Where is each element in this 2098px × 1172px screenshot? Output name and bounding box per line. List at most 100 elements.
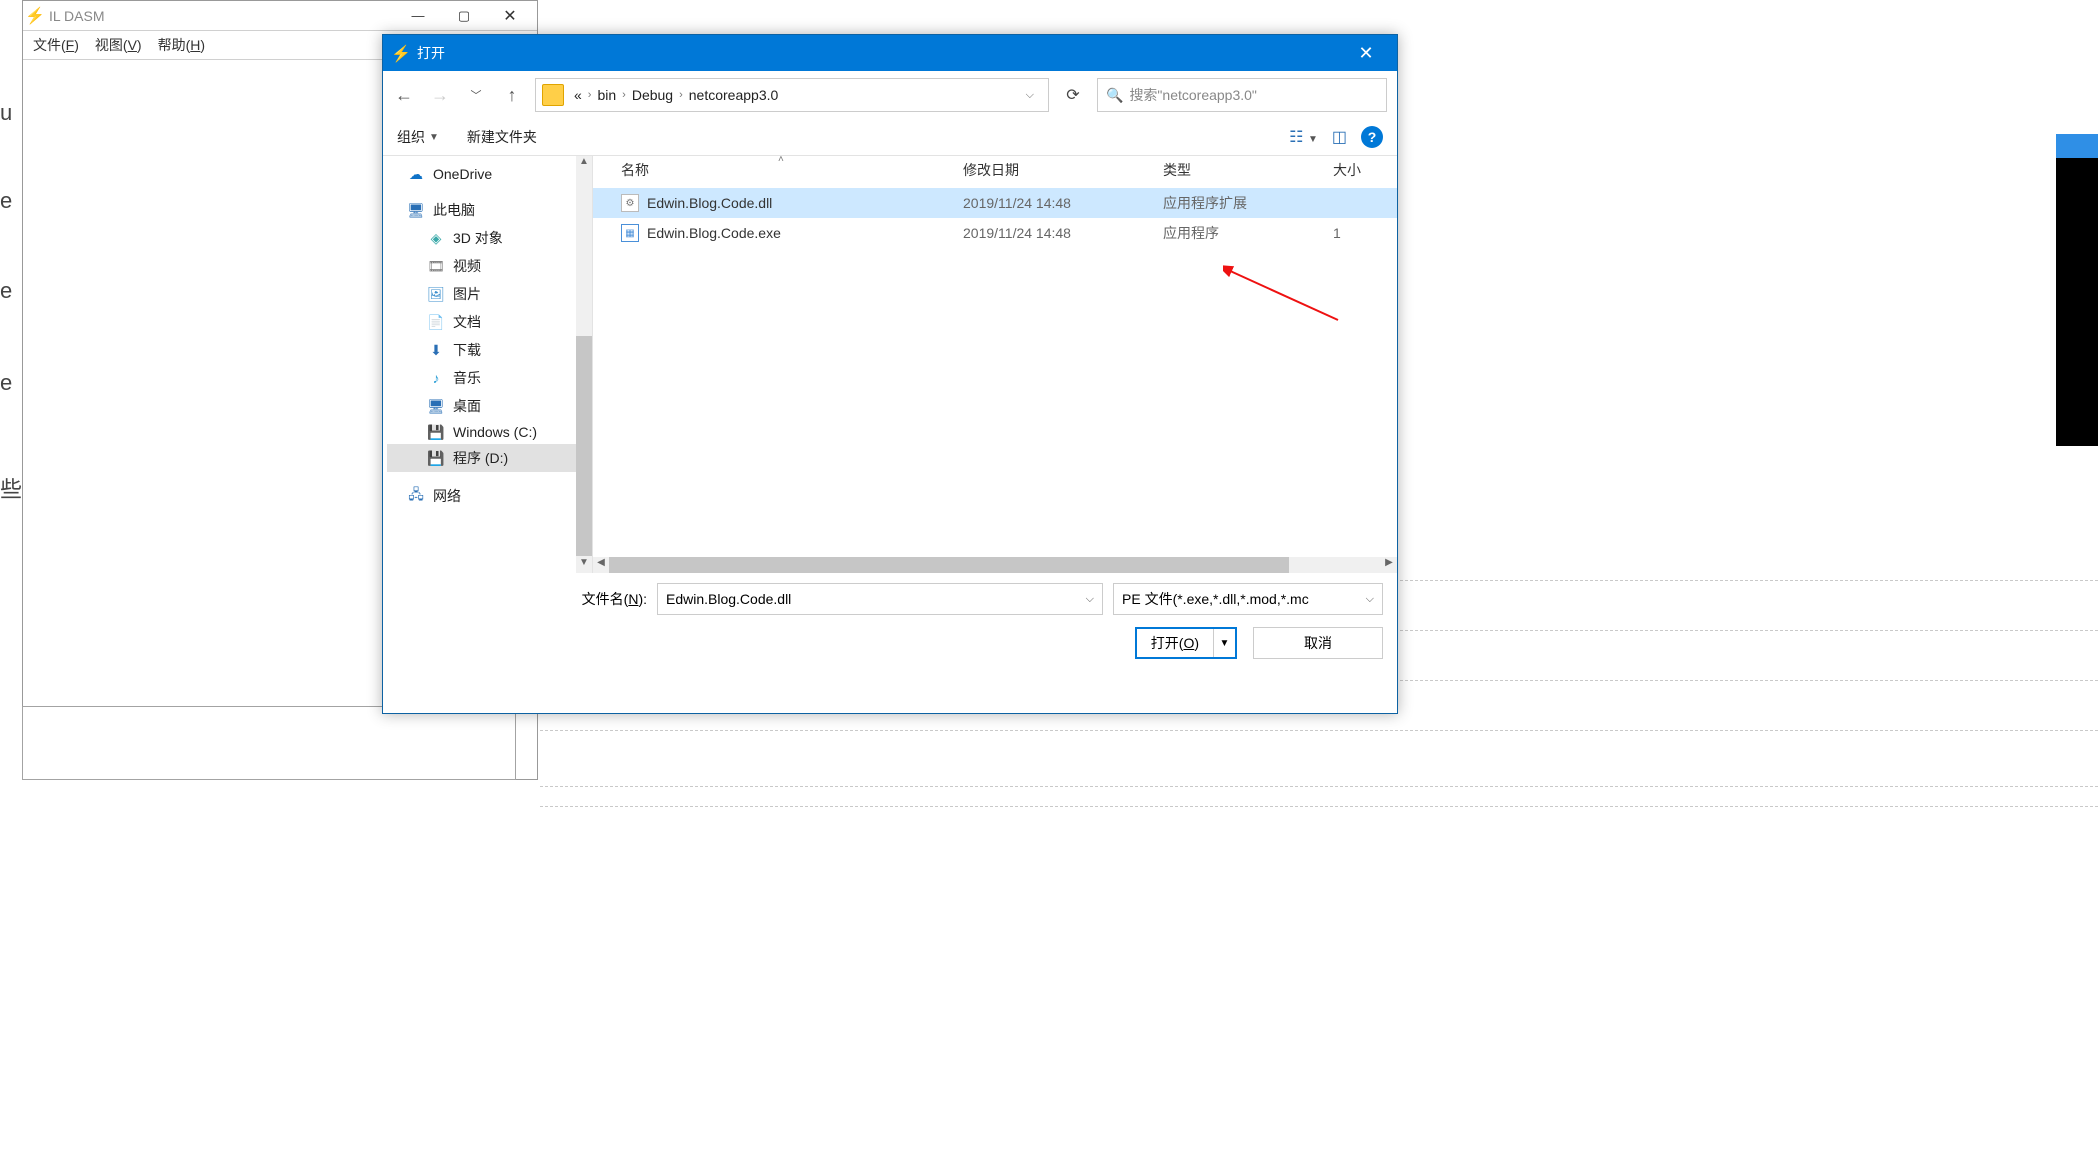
tree-item-desktop[interactable]: 🖥 桌面 bbox=[387, 392, 592, 420]
tree-item-videos[interactable]: 🎞 视频 bbox=[387, 252, 592, 280]
tree-item-network[interactable]: 🖧 网络 bbox=[387, 482, 592, 510]
tree-item-onedrive[interactable]: ☁ OneDrive bbox=[387, 162, 592, 186]
scrollbar-up-button[interactable]: ▲ bbox=[576, 156, 592, 172]
file-row[interactable]: ▦ Edwin.Blog.Code.exe 2019/11/24 14:48 应… bbox=[593, 218, 1397, 248]
breadcrumb-part[interactable]: netcoreapp3.0 bbox=[689, 87, 779, 103]
cube-icon: ◈ bbox=[427, 230, 445, 246]
dialog-toolbar: 组织▼ 新建文件夹 ☷ ▼ ◫ ? bbox=[383, 119, 1397, 155]
bg-text: e bbox=[0, 188, 12, 214]
scrollbar-thumb[interactable] bbox=[576, 336, 592, 556]
nav-up-button[interactable]: ↑ bbox=[501, 85, 523, 106]
close-button[interactable]: ✕ bbox=[487, 1, 533, 31]
breadcrumb-bar[interactable]: « › bin › Debug › netcoreapp3.0 ⌵ bbox=[535, 78, 1049, 112]
dialog-close-button[interactable]: ✕ bbox=[1343, 35, 1389, 71]
nav-history-dropdown[interactable]: ﹀ bbox=[465, 87, 487, 103]
organize-button[interactable]: 组织▼ bbox=[397, 127, 439, 147]
nav-back-button[interactable]: ← bbox=[393, 85, 415, 106]
file-list-pane: ˄ 名称 修改日期 类型 大小 ⚙ Edwin.Blog.Code.dll 20… bbox=[593, 156, 1397, 573]
tree-item-music[interactable]: ♪ 音乐 bbox=[387, 364, 592, 392]
side-blue-stripe bbox=[2056, 134, 2098, 158]
scrollbar-right-button[interactable]: ▶ bbox=[1381, 557, 1397, 573]
open-button[interactable]: 打开(O) ▼ bbox=[1135, 627, 1237, 659]
menu-view[interactable]: 视图(V) bbox=[95, 35, 142, 55]
search-input[interactable]: 🔍 搜索"netcoreapp3.0" bbox=[1097, 78, 1387, 112]
breadcrumb-part[interactable]: Debug bbox=[632, 87, 673, 103]
bg-text: u bbox=[0, 100, 12, 126]
breadcrumb-separator: › bbox=[588, 89, 592, 101]
ildasm-titlebar[interactable]: ⚡ IL DASM — ▢ ✕ bbox=[23, 1, 537, 31]
tree-item-documents[interactable]: 📄 文档 bbox=[387, 308, 592, 336]
sort-indicator-icon: ˄ bbox=[778, 154, 784, 165]
menu-file[interactable]: 文件(F) bbox=[33, 35, 79, 55]
cancel-button[interactable]: 取消 bbox=[1253, 627, 1383, 659]
scrollbar-left-button[interactable]: ◀ bbox=[593, 557, 609, 573]
picture-icon: 🖼 bbox=[427, 286, 445, 302]
file-type-filter[interactable]: PE 文件(*.exe,*.dll,*.mod,*.mc ⌵ bbox=[1113, 583, 1383, 615]
maximize-button[interactable]: ▢ bbox=[441, 1, 487, 31]
open-file-dialog: ⚡ 打开 ✕ ← → ﹀ ↑ « › bin › Debug › netcore… bbox=[382, 34, 1398, 714]
folder-icon bbox=[542, 84, 564, 106]
scrollbar-down-button[interactable]: ▼ bbox=[576, 557, 592, 573]
file-type: 应用程序扩展 bbox=[1163, 193, 1333, 213]
breadcrumb-part[interactable]: bin bbox=[597, 87, 616, 103]
dialog-navbar: ← → ﹀ ↑ « › bin › Debug › netcoreapp3.0 … bbox=[383, 71, 1397, 119]
ildasm-statusbar bbox=[22, 706, 516, 780]
column-name[interactable]: ˄ 名称 bbox=[593, 160, 963, 180]
tree-item-thispc[interactable]: 🖥 此电脑 bbox=[387, 196, 592, 224]
breadcrumb-separator: › bbox=[622, 89, 626, 101]
file-date: 2019/11/24 14:48 bbox=[963, 195, 1163, 211]
view-mode-button[interactable]: ☷ ▼ bbox=[1289, 127, 1318, 147]
ildasm-icon: ⚡ bbox=[27, 8, 43, 24]
file-name: Edwin.Blog.Code.dll bbox=[647, 195, 772, 211]
file-list: ⚙ Edwin.Blog.Code.dll 2019/11/24 14:48 应… bbox=[593, 188, 1397, 557]
file-list-header: ˄ 名称 修改日期 类型 大小 bbox=[593, 156, 1397, 188]
column-size[interactable]: 大小 bbox=[1333, 160, 1397, 180]
scrollbar-thumb[interactable] bbox=[609, 557, 1289, 573]
breadcrumb-prefix[interactable]: « bbox=[574, 87, 582, 103]
tree-scrollbar[interactable]: ▲ ▼ bbox=[576, 156, 592, 573]
tree-item-3d-objects[interactable]: ◈ 3D 对象 bbox=[387, 224, 592, 252]
menu-help[interactable]: 帮助(H) bbox=[158, 35, 205, 55]
search-icon: 🔍 bbox=[1106, 87, 1123, 104]
dialog-icon: ⚡ bbox=[391, 44, 409, 62]
dialog-footer: 文件名(N): Edwin.Blog.Code.dll ⌵ PE 文件(*.ex… bbox=[383, 573, 1397, 669]
dll-file-icon: ⚙ bbox=[621, 194, 639, 212]
chevron-down-icon[interactable]: ⌵ bbox=[1366, 593, 1374, 606]
refresh-button[interactable]: ⟳ bbox=[1055, 78, 1091, 112]
tree-item-downloads[interactable]: ⬇ 下载 bbox=[387, 336, 592, 364]
drive-icon: 💾 bbox=[427, 450, 445, 466]
network-icon: 🖧 bbox=[407, 488, 425, 504]
filename-input[interactable]: Edwin.Blog.Code.dll ⌵ bbox=[657, 583, 1103, 615]
file-size: 1 bbox=[1333, 225, 1397, 241]
bg-text: e bbox=[0, 278, 12, 304]
ildasm-title: IL DASM bbox=[49, 8, 395, 24]
folder-tree: ☁ OneDrive 🖥 此电脑 ◈ 3D 对象 🎞 视频 🖼 bbox=[383, 156, 593, 573]
tree-item-pictures[interactable]: 🖼 图片 bbox=[387, 280, 592, 308]
column-type[interactable]: 类型 bbox=[1163, 160, 1333, 180]
dialog-title: 打开 bbox=[417, 43, 1343, 63]
minimize-button[interactable]: — bbox=[395, 1, 441, 31]
open-dropdown-button[interactable]: ▼ bbox=[1213, 629, 1235, 657]
chevron-down-icon[interactable]: ⌵ bbox=[1086, 593, 1094, 606]
music-icon: ♪ bbox=[427, 370, 445, 386]
breadcrumb-separator: › bbox=[679, 89, 683, 101]
breadcrumb-dropdown[interactable]: ⌵ bbox=[1018, 85, 1042, 106]
new-folder-button[interactable]: 新建文件夹 bbox=[467, 127, 537, 147]
filename-label: 文件名(N): bbox=[397, 589, 647, 609]
desktop-icon: 🖥 bbox=[427, 398, 445, 414]
column-date[interactable]: 修改日期 bbox=[963, 160, 1163, 180]
preview-pane-button[interactable]: ◫ bbox=[1332, 127, 1347, 147]
tree-item-c-drive[interactable]: 💾 Windows (C:) bbox=[387, 420, 592, 444]
cloud-icon: ☁ bbox=[407, 166, 425, 182]
horizontal-scrollbar[interactable]: ◀ ▶ bbox=[593, 557, 1397, 573]
bg-text: e bbox=[0, 370, 12, 396]
file-row[interactable]: ⚙ Edwin.Blog.Code.dll 2019/11/24 14:48 应… bbox=[593, 188, 1397, 218]
dialog-titlebar[interactable]: ⚡ 打开 ✕ bbox=[383, 35, 1397, 71]
tree-item-d-drive[interactable]: 💾 程序 (D:) bbox=[387, 444, 592, 472]
file-name: Edwin.Blog.Code.exe bbox=[647, 225, 781, 241]
download-icon: ⬇ bbox=[427, 342, 445, 358]
film-icon: 🎞 bbox=[427, 258, 445, 274]
file-date: 2019/11/24 14:48 bbox=[963, 225, 1163, 241]
nav-forward-button[interactable]: → bbox=[429, 85, 451, 106]
help-button[interactable]: ? bbox=[1361, 126, 1383, 148]
